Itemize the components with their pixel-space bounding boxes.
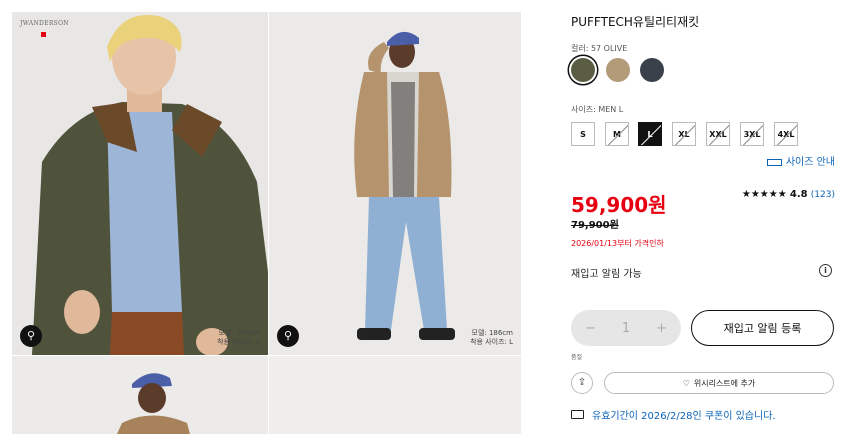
quantity-value: 1 (621, 320, 631, 336)
share-button[interactable]: ⇪ (571, 372, 593, 394)
color-swatch-navy[interactable] (640, 58, 664, 82)
wishlist-label: 위시리스트에 추가 (693, 378, 756, 388)
size-option-xl[interactable]: XL (672, 122, 696, 146)
model-info: 모델: 186cm 착용 사이즈: L (217, 329, 260, 347)
model-photo-3-figure (117, 373, 190, 434)
size-option-l[interactable]: L (638, 122, 662, 146)
restock-available-text: 재입고 알림 가능 (571, 269, 642, 280)
quantity-stepper: − 1 + (571, 310, 681, 346)
size-text: 4XL (777, 129, 795, 139)
rating[interactable]: ★★★★★ 4.8 (123) (742, 189, 835, 200)
size-text: M (613, 129, 621, 139)
brand-mark-icon (41, 32, 46, 37)
size-option-4xl[interactable]: 4XL (774, 122, 798, 146)
price-drop-note: 2026/01/13부터 가격인하 (571, 239, 664, 248)
product-panel: PUFFTECH유틸리티재킷 컬러: 57 OLIVE 사이즈: MEN L S… (571, 0, 841, 434)
model-photo-4 (269, 356, 521, 434)
brand-logo: JWANDERSON (20, 20, 69, 27)
size-guide-link[interactable]: 사이즈 안내 (766, 153, 835, 168)
hanger-icon[interactable]: ⚲ (277, 325, 299, 347)
coupon-icon (571, 410, 584, 419)
minus-button[interactable]: − (585, 321, 596, 336)
info-icon[interactable]: i (819, 264, 832, 277)
size-option-3xl[interactable]: 3XL (740, 122, 764, 146)
size-text: S (580, 129, 586, 139)
product-image-1[interactable]: JWANDERSON ⚲ 모델: 186cm 착용 사이즈: L (12, 12, 268, 355)
sale-price: 59,900원 (571, 193, 667, 217)
size-label: 사이즈: MEN L (571, 105, 624, 114)
rating-score: 4.8 (789, 189, 808, 200)
review-count: (123) (810, 190, 835, 200)
size-text: XL (678, 129, 690, 139)
size-option-m[interactable]: M (605, 122, 629, 146)
model-info: 모델: 186cm 착용 사이즈: L (470, 329, 513, 347)
product-image-4[interactable] (269, 356, 521, 434)
model-height: 모델: 186cm (218, 329, 261, 337)
model-photo-1 (12, 12, 268, 355)
color-label: 컬러: 57 OLIVE (571, 44, 628, 53)
size-option-s[interactable]: S (571, 122, 595, 146)
color-swatch-beige[interactable] (606, 58, 630, 82)
add-to-wishlist-button[interactable]: ♡ 위시리스트에 추가 (604, 372, 834, 394)
product-title: PUFFTECH유틸리티재킷 (571, 15, 700, 29)
heart-icon: ♡ (682, 378, 690, 388)
size-guide-label: 사이즈 안내 (785, 157, 835, 168)
share-icon: ⇪ (577, 377, 587, 388)
size-text: 3XL (743, 129, 761, 139)
coupon-notice[interactable]: 유효기간이 2026/2/28인 쿠폰이 있습니다. (571, 407, 776, 422)
plus-button[interactable]: + (656, 321, 667, 336)
size-text: L (647, 129, 653, 139)
restock-notify-button[interactable]: 재입고 알림 등록 (691, 310, 834, 346)
ruler-icon (766, 158, 782, 166)
product-image-2[interactable]: ⚲ 모델: 186cm 착용 사이즈: L (269, 12, 521, 355)
model-photo-2 (269, 12, 521, 355)
model-height: 모델: 186cm (471, 329, 514, 337)
worn-size: 착용 사이즈: L (217, 338, 260, 346)
sold-out-note: 품절 (571, 354, 583, 361)
coupon-text: 유효기간이 2026/2/28인 쿠폰이 있습니다. (592, 411, 776, 422)
size-option-xxl[interactable]: XXL (706, 122, 730, 146)
worn-size: 착용 사이즈: L (470, 338, 513, 346)
product-gallery: JWANDERSON ⚲ 모델: 186cm 착용 사이즈: L ⚲ 모델: 1… (12, 12, 521, 434)
star-icons: ★★★★★ (741, 189, 787, 200)
size-text: XXL (709, 129, 727, 139)
hanger-icon[interactable]: ⚲ (20, 325, 42, 347)
original-price: 79,900원 (571, 220, 619, 231)
color-swatch-olive[interactable] (571, 58, 595, 82)
